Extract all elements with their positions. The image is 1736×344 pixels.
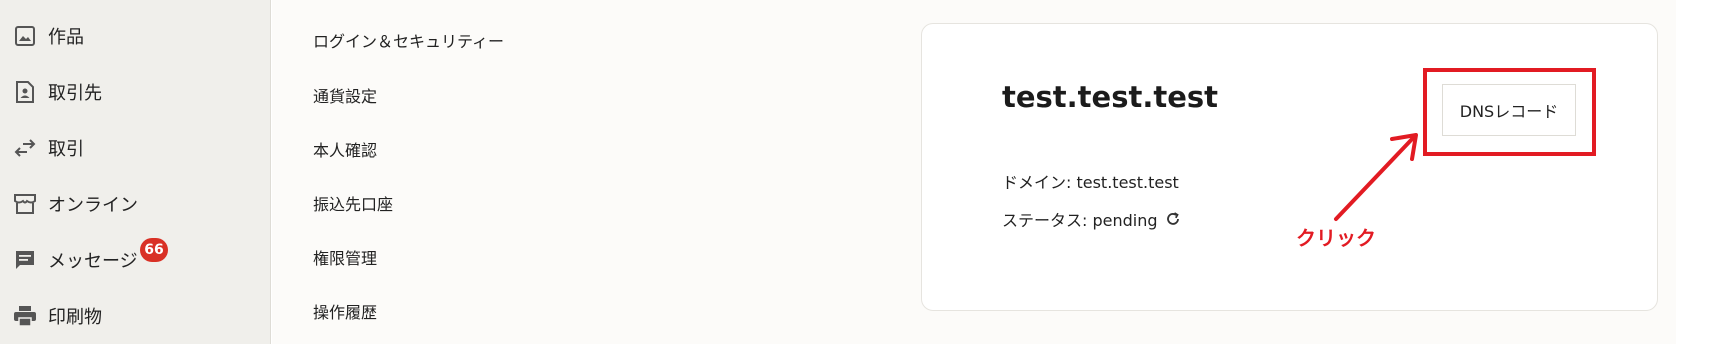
settings-item-currency[interactable]: 通貨設定 <box>313 83 377 107</box>
domain-card <box>921 23 1658 311</box>
sidebar: 作品 取引先 取引 オンライン メッセージ 66 印刷物 <box>0 0 271 344</box>
sidebar-item-label: オンライン <box>48 195 138 216</box>
annotation-click-text: クリック <box>1296 226 1376 250</box>
sidebar-item-online[interactable]: オンライン <box>12 186 262 222</box>
sidebar-item-prints[interactable]: 印刷物 <box>12 298 262 334</box>
sidebar-item-label: 作品 <box>48 27 84 48</box>
sidebar-item-transactions[interactable]: 取引 <box>12 130 262 166</box>
status-label: ステータス: pending <box>1002 211 1158 230</box>
settings-item-identity-verification[interactable]: 本人確認 <box>313 137 377 161</box>
message-icon <box>12 247 38 273</box>
contact-file-icon <box>12 79 38 105</box>
sidebar-item-label: 取引先 <box>48 83 102 104</box>
annotation-highlight-box <box>1423 68 1596 156</box>
settings-item-permissions[interactable]: 権限管理 <box>313 245 377 269</box>
sidebar-item-clients[interactable]: 取引先 <box>12 74 262 110</box>
settings-menu: ログイン＆セキュリティー 通貨設定 本人確認 振込先口座 権限管理 操作履歴 <box>272 0 904 344</box>
sidebar-item-works[interactable]: 作品 <box>12 18 262 54</box>
settings-item-activity-log[interactable]: 操作履歴 <box>313 299 377 323</box>
refresh-icon[interactable] <box>1164 210 1182 228</box>
domain-label: ドメイン: test.test.test <box>1002 173 1179 192</box>
swap-arrows-icon <box>12 135 38 161</box>
annotation-arrow-icon <box>1334 133 1418 221</box>
settings-item-login-security[interactable]: ログイン＆セキュリティー <box>313 28 504 52</box>
settings-item-bank-account[interactable]: 振込先口座 <box>313 191 393 215</box>
image-icon <box>12 23 38 49</box>
message-count-badge: 66 <box>140 238 168 262</box>
status-info: ステータス: pending <box>1002 207 1182 231</box>
domain-title: test.test.test <box>1002 80 1218 114</box>
sidebar-item-messages[interactable]: メッセージ 66 <box>12 238 262 278</box>
printer-icon <box>12 303 38 329</box>
sidebar-item-label: 取引 <box>48 139 84 160</box>
sidebar-item-label: メッセージ <box>48 251 138 272</box>
domain-info: ドメイン: test.test.test <box>1002 169 1179 193</box>
sidebar-item-label: 印刷物 <box>48 307 102 328</box>
storefront-icon <box>12 191 38 217</box>
